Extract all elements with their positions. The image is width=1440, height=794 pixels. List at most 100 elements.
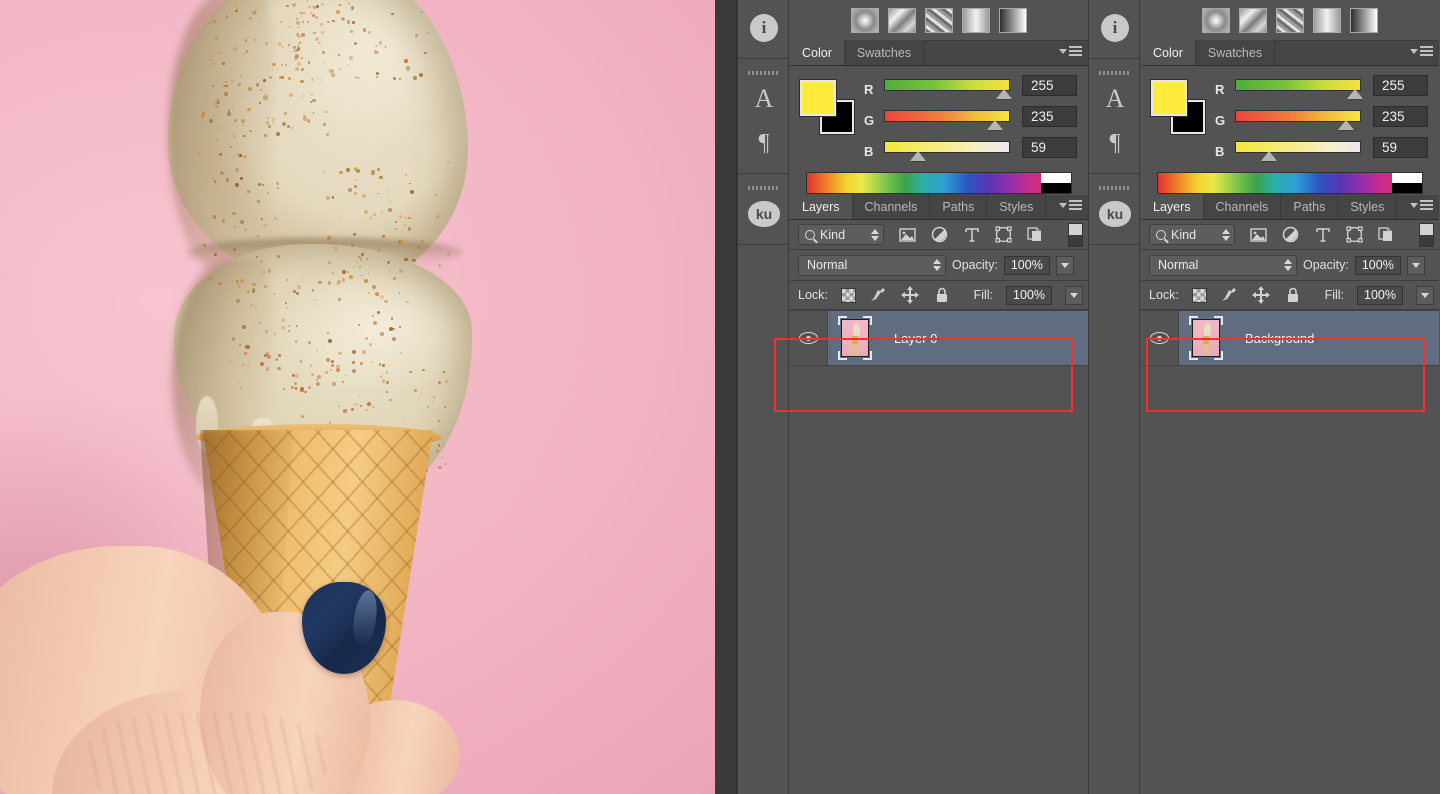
- layers-panel-menu-button[interactable]: [1410, 200, 1433, 211]
- adjustment-filter-icon[interactable]: [1281, 225, 1300, 244]
- smart-object-filter-icon[interactable]: [1377, 225, 1396, 244]
- channel-value-g[interactable]: 235: [1022, 106, 1077, 127]
- layer-thumbnail-cell[interactable]: [1179, 316, 1233, 360]
- opacity-value[interactable]: 100%: [1354, 255, 1401, 275]
- tab-channels[interactable]: Channels: [852, 194, 931, 219]
- channel-thumb-r[interactable]: [996, 89, 1012, 99]
- preset-linear-icon[interactable]: [1350, 7, 1378, 33]
- rail-grip[interactable]: [1089, 184, 1139, 192]
- channel-thumb-g[interactable]: [987, 120, 1003, 130]
- preset-symmetric-icon[interactable]: [962, 7, 990, 33]
- paragraph-icon[interactable]: ¶: [1089, 121, 1141, 165]
- tab-swatches[interactable]: Swatches: [1195, 40, 1276, 65]
- channel-value-b[interactable]: 59: [1022, 137, 1077, 158]
- preset-radial-icon[interactable]: [851, 7, 879, 33]
- kuler-icon[interactable]: ku: [1089, 192, 1141, 236]
- lock-transparent-pixels-icon[interactable]: [1191, 287, 1207, 303]
- layer-visibility-toggle[interactable]: [1141, 311, 1179, 365]
- channel-slider-b[interactable]: [884, 141, 1010, 153]
- image-filter-icon[interactable]: [898, 225, 917, 244]
- paragraph-icon[interactable]: ¶: [738, 121, 790, 165]
- black-swatch[interactable]: [1041, 183, 1071, 193]
- table-row[interactable]: Background: [1141, 310, 1439, 366]
- type-filter-icon[interactable]: [962, 225, 981, 244]
- channel-slider-r[interactable]: [884, 79, 1010, 91]
- rail-grip[interactable]: [738, 184, 788, 192]
- channel-thumb-b[interactable]: [910, 151, 926, 161]
- info-icon[interactable]: i: [1089, 6, 1141, 50]
- opacity-dropdown-button[interactable]: [1406, 255, 1425, 275]
- opacity-dropdown-button[interactable]: [1055, 255, 1074, 275]
- tab-paths[interactable]: Paths: [930, 194, 988, 219]
- character-icon[interactable]: A: [738, 77, 790, 121]
- tab-paths[interactable]: Paths: [1281, 194, 1339, 219]
- lock-all-icon[interactable]: [933, 286, 952, 305]
- black-swatch[interactable]: [1392, 183, 1422, 193]
- color-spectrum-ramp[interactable]: [806, 172, 1072, 194]
- type-filter-icon[interactable]: [1313, 225, 1332, 244]
- fill-value[interactable]: 100%: [1006, 285, 1052, 305]
- shape-filter-icon[interactable]: [1345, 225, 1364, 244]
- rail-grip[interactable]: [1089, 69, 1139, 77]
- tab-color[interactable]: Color: [790, 40, 845, 65]
- lock-image-pixels-icon[interactable]: [869, 286, 888, 305]
- channel-thumb-b[interactable]: [1261, 151, 1277, 161]
- preset-diagonal-icon[interactable]: [888, 7, 916, 33]
- rail-grip[interactable]: [738, 69, 788, 77]
- layer-filter-kind-select[interactable]: Kind: [798, 224, 884, 245]
- color-panel-menu-button[interactable]: [1059, 46, 1082, 57]
- fill-dropdown-button[interactable]: [1065, 285, 1083, 305]
- channel-slider-b[interactable]: [1235, 141, 1361, 153]
- tab-channels[interactable]: Channels: [1203, 194, 1282, 219]
- lock-all-icon[interactable]: [1284, 286, 1303, 305]
- color-spectrum-ramp[interactable]: [1157, 172, 1423, 194]
- smart-object-filter-icon[interactable]: [1026, 225, 1045, 244]
- layer-thumbnail-cell[interactable]: [828, 316, 882, 360]
- preset-symmetric-icon[interactable]: [1313, 7, 1341, 33]
- color-panel-menu-button[interactable]: [1410, 46, 1433, 57]
- layer-name[interactable]: Layer 0: [882, 331, 937, 346]
- lock-position-icon[interactable]: [1252, 286, 1271, 305]
- channel-value-b[interactable]: 59: [1373, 137, 1428, 158]
- layer-visibility-toggle[interactable]: [790, 311, 828, 365]
- tab-swatches[interactable]: Swatches: [844, 40, 925, 65]
- channel-value-g[interactable]: 235: [1373, 106, 1428, 127]
- preset-diagonal-icon[interactable]: [1239, 7, 1267, 33]
- lock-transparent-pixels-icon[interactable]: [840, 287, 856, 303]
- info-icon[interactable]: i: [738, 6, 790, 50]
- tab-layers[interactable]: Layers: [790, 194, 853, 219]
- tab-styles[interactable]: Styles: [1338, 194, 1398, 219]
- channel-value-r[interactable]: 255: [1022, 75, 1077, 96]
- fill-value[interactable]: 100%: [1357, 285, 1403, 305]
- white-swatch[interactable]: [1041, 173, 1071, 183]
- channel-thumb-g[interactable]: [1338, 120, 1354, 130]
- tab-styles[interactable]: Styles: [987, 194, 1047, 219]
- channel-slider-r[interactable]: [1235, 79, 1361, 91]
- adjustment-filter-icon[interactable]: [930, 225, 949, 244]
- channel-value-r[interactable]: 255: [1373, 75, 1428, 96]
- preset-radial-icon[interactable]: [1202, 7, 1230, 33]
- channel-thumb-r[interactable]: [1347, 89, 1363, 99]
- foreground-color-swatch[interactable]: [1151, 80, 1187, 116]
- lock-image-pixels-icon[interactable]: [1220, 286, 1239, 305]
- layers-panel-menu-button[interactable]: [1059, 200, 1082, 211]
- preset-linear-icon[interactable]: [999, 7, 1027, 33]
- shape-filter-icon[interactable]: [994, 225, 1013, 244]
- layer-filter-kind-select[interactable]: Kind: [1149, 224, 1235, 245]
- opacity-value[interactable]: 100%: [1003, 255, 1050, 275]
- blend-mode-select[interactable]: Normal: [798, 254, 946, 276]
- tab-layers[interactable]: Layers: [1141, 194, 1204, 219]
- white-swatch[interactable]: [1392, 173, 1422, 183]
- kuler-icon[interactable]: ku: [738, 192, 790, 236]
- foreground-color-swatch[interactable]: [800, 80, 836, 116]
- lock-position-icon[interactable]: [901, 286, 920, 305]
- image-filter-icon[interactable]: [1249, 225, 1268, 244]
- table-row[interactable]: Layer 0: [790, 310, 1088, 366]
- tab-color[interactable]: Color: [1141, 40, 1196, 65]
- filter-enable-toggle[interactable]: [1068, 222, 1083, 247]
- character-icon[interactable]: A: [1089, 77, 1141, 121]
- blend-mode-select[interactable]: Normal: [1149, 254, 1297, 276]
- fill-dropdown-button[interactable]: [1416, 285, 1434, 305]
- layer-name[interactable]: Background: [1233, 331, 1314, 346]
- preset-noise-icon[interactable]: [1276, 7, 1304, 33]
